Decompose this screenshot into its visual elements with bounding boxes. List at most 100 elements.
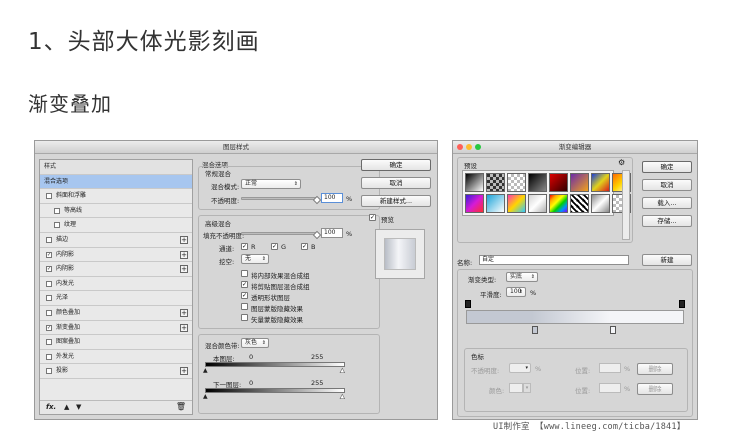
move-up-icon[interactable]: ▲ [64,403,69,411]
underlying-white-slider[interactable]: ▲ [340,393,345,401]
underlying-gradient-bar[interactable] [205,388,345,393]
channel-checkbox[interactable]: ✓ [301,243,308,250]
style-item-checkbox[interactable] [46,368,52,375]
fill-opacity-input[interactable]: 100 [321,228,343,238]
preset-swatch[interactable] [507,173,526,192]
gradient-new-button[interactable]: 新建 [642,254,692,266]
style-item[interactable]: ✓ 渐变叠加 + [40,321,192,336]
add-effect-icon[interactable]: + [180,323,188,332]
add-effect-icon[interactable]: + [180,367,188,376]
preset-swatch[interactable] [486,194,505,213]
preset-swatch[interactable] [549,194,568,213]
stop-opacity-delete-button[interactable]: 删除 [637,363,673,375]
blend-option-checkbox[interactable] [241,314,248,321]
stop-color-delete-button[interactable]: 删除 [637,383,673,395]
add-effect-icon[interactable]: + [180,235,188,244]
preset-swatch[interactable] [528,194,547,213]
channel-checkbox[interactable]: ✓ [241,243,248,250]
preset-swatch[interactable] [549,173,568,192]
add-effect-icon[interactable]: + [180,250,188,259]
trash-icon[interactable]: 🗑 [176,402,186,411]
preset-swatch[interactable] [570,173,589,192]
style-item-checkbox[interactable] [46,236,52,243]
fx-icon[interactable]: fx. [46,403,56,411]
stop-opacity-location-input[interactable] [599,363,621,373]
style-item-checkbox[interactable] [46,295,52,302]
blend-option-checkbox[interactable] [241,303,248,310]
name-input[interactable]: 自定 [479,255,629,265]
style-item[interactable]: 混合选项 [40,174,192,190]
stop-color-swatch[interactable] [509,383,523,393]
opacity-stop-left[interactable] [465,300,471,308]
preview-checkbox[interactable]: ✓ [369,214,376,221]
this-layer-gradient-bar[interactable] [205,362,345,367]
this-layer-black-slider[interactable]: ▲ [203,367,208,374]
style-item-checkbox[interactable] [46,309,52,316]
new-style-button[interactable]: 新建样式... [361,195,431,207]
style-item[interactable]: 纹理 [40,218,192,233]
style-item[interactable]: ✓ 内阴影 + [40,262,192,277]
style-item-checkbox[interactable]: ✓ [46,251,52,258]
opacity-input[interactable]: 100 [321,193,343,203]
style-item[interactable]: 外发光 [40,350,192,365]
preset-swatch[interactable] [570,194,589,213]
stop-color-location-input[interactable] [599,383,621,393]
color-stop-right[interactable] [610,326,616,334]
style-item[interactable]: 光泽 [40,291,192,306]
gradient-ok-button[interactable]: 确定 [642,161,692,173]
opacity-stop-right[interactable] [679,300,685,308]
style-item[interactable]: 描边 + [40,233,192,248]
move-down-icon[interactable]: ▼ [76,403,81,411]
style-item[interactable]: 斜面和浮雕 [40,189,192,204]
add-effect-icon[interactable]: + [180,265,188,274]
fill-opacity-slider[interactable] [241,232,317,235]
ok-button[interactable]: 确定 [361,159,431,171]
style-item-checkbox[interactable]: ✓ [46,324,52,331]
gradient-load-button[interactable]: 载入... [642,197,692,209]
gradient-save-button[interactable]: 存储... [642,215,692,227]
preset-swatch[interactable] [591,173,610,192]
preset-swatch[interactable] [465,194,484,213]
presets-scrollbar[interactable] [622,170,630,240]
preset-swatch[interactable] [486,173,505,192]
style-item-checkbox[interactable] [54,207,60,214]
style-item[interactable]: 颜色叠加 + [40,306,192,321]
blend-mode-select[interactable]: 正常 ⇕ [241,179,301,189]
fill-opacity-slider-knob[interactable] [312,230,322,240]
style-item[interactable]: 投影 + [40,364,192,379]
smoothness-input[interactable]: 100 ⇕ [506,287,526,297]
preset-swatch[interactable] [465,173,484,192]
opacity-slider-knob[interactable] [312,195,322,205]
style-item[interactable]: ✓ 内阴影 + [40,248,192,263]
zoom-window-icon[interactable] [475,144,481,150]
preset-swatch[interactable] [507,194,526,213]
style-item[interactable]: 等高线 [40,204,192,219]
style-item-checkbox[interactable] [46,193,52,200]
blend-option-checkbox[interactable] [241,270,248,277]
gradient-cancel-button[interactable]: 取消 [642,179,692,191]
add-effect-icon[interactable]: + [180,308,188,317]
knockout-select[interactable]: 无 ⇕ [241,254,269,264]
stop-opacity-input[interactable]: ▾ [509,363,531,373]
gradient-type-select[interactable]: 实底 ⇕ [506,272,538,282]
color-stop-left[interactable] [532,326,538,334]
minimize-window-icon[interactable] [466,144,472,150]
style-item-checkbox[interactable]: ✓ [46,266,52,273]
preset-swatch[interactable] [528,173,547,192]
style-item-checkbox[interactable] [46,353,52,360]
close-window-icon[interactable] [457,144,463,150]
style-item-checkbox[interactable] [54,222,60,229]
cancel-button[interactable]: 取消 [361,177,431,189]
style-item-checkbox[interactable] [46,339,52,346]
gear-icon[interactable]: ⚙ [618,158,625,167]
style-item[interactable]: 内发光 [40,277,192,292]
blend-if-select[interactable]: 灰色 ⇕ [241,338,269,348]
blend-option-checkbox[interactable]: ✓ [241,292,248,299]
gradient-ramp[interactable] [466,310,684,324]
opacity-slider[interactable] [241,197,317,200]
style-item[interactable]: 图案叠加 [40,335,192,350]
blend-option-checkbox[interactable]: ✓ [241,281,248,288]
style-item-checkbox[interactable] [46,280,52,287]
preset-swatch[interactable] [591,194,610,213]
underlying-black-slider[interactable]: ▲ [203,393,208,400]
